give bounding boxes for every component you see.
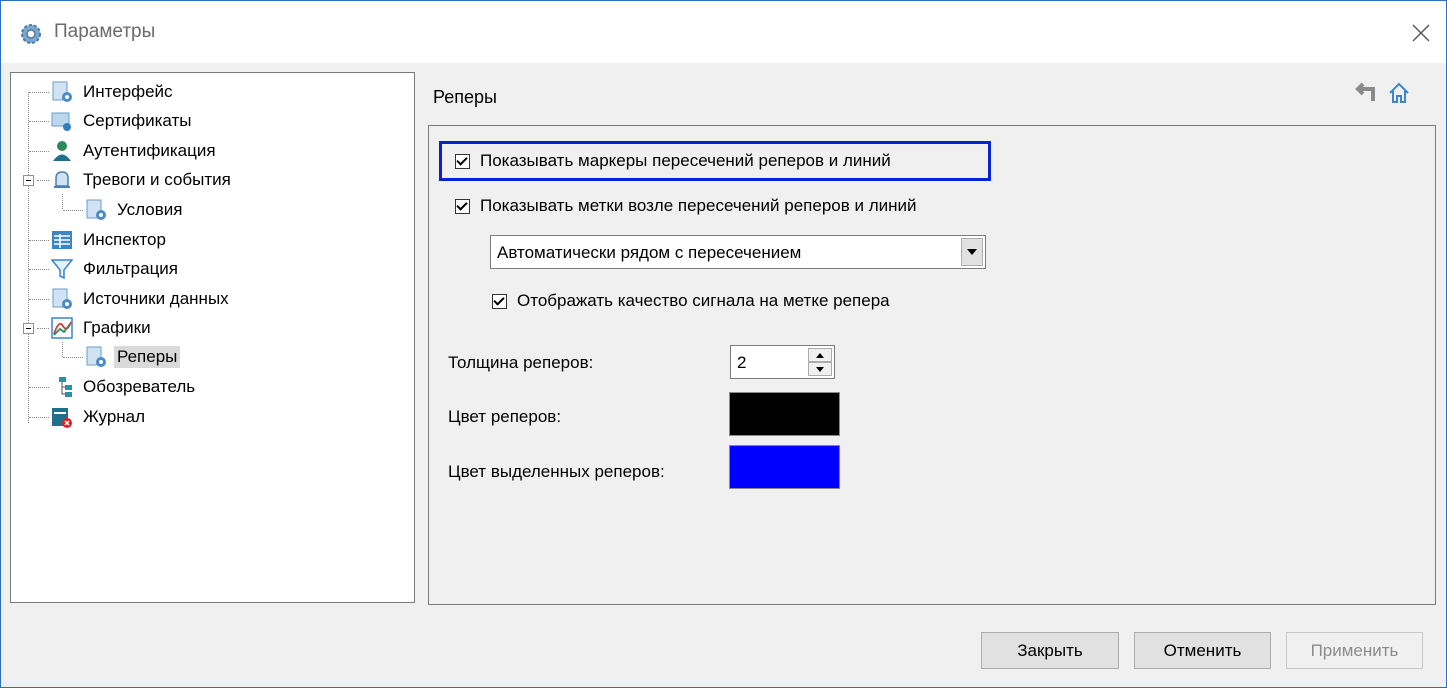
tree-item-filtering[interactable]: Фильтрация — [51, 255, 181, 283]
chevron-up-icon — [816, 352, 824, 358]
apply-button[interactable]: Применить — [1286, 632, 1423, 669]
grid-icon — [52, 231, 72, 249]
tree-item-interface[interactable]: Интерфейс — [51, 78, 176, 106]
checkbox-box[interactable] — [492, 293, 507, 309]
tree-item-label: Графики — [83, 318, 151, 337]
checkbox-label: Показывать маркеры пересечений реперов и… — [480, 151, 891, 170]
button-label: Закрыть — [1017, 640, 1083, 660]
gear-icon — [21, 24, 41, 44]
chart-icon — [51, 317, 73, 339]
close-icon — [1412, 24, 1430, 42]
tree-item-label: Журнал — [83, 407, 146, 426]
markers-icon — [86, 346, 106, 367]
tree-item-markers[interactable]: Реперы — [85, 343, 181, 371]
tree-item-label: Инспектор — [83, 230, 166, 249]
checkbox-box[interactable] — [455, 198, 470, 214]
show-markers-checkbox[interactable]: Показывать маркеры пересечений реперов и… — [455, 151, 891, 171]
home-icon[interactable] — [1387, 81, 1411, 105]
selected-marker-color-swatch[interactable] — [729, 445, 840, 489]
color-label: Цвет реперов: — [448, 407, 562, 426]
button-label: Применить — [1310, 640, 1399, 660]
button-label: Отменить — [1163, 640, 1242, 660]
tree-item-data-sources[interactable]: Источники данных — [51, 285, 232, 313]
user-icon — [53, 141, 71, 161]
tree-item-label: Обозреватель — [83, 377, 196, 396]
interface-settings-icon — [52, 81, 72, 102]
conditions-icon — [86, 199, 106, 220]
show-labels-checkbox[interactable]: Показывать метки возле пересечений репер… — [455, 196, 917, 216]
close-button[interactable]: Закрыть — [981, 632, 1119, 669]
certificate-icon — [51, 112, 71, 131]
window-title: Параметры — [54, 21, 156, 42]
tree-item-journal[interactable]: Журнал — [51, 403, 148, 431]
tree-item-label: Фильтрация — [83, 259, 179, 278]
tree-item-label: Интерфейс — [83, 82, 173, 101]
settings-tree: Интерфейс Сертификаты Аутентификация Тре… — [10, 72, 415, 603]
thickness-label: Толщина реперов: — [448, 353, 594, 372]
tree-item-label: Тревоги и события — [83, 170, 231, 189]
nav-icons — [1353, 81, 1411, 105]
section-title: Реперы — [433, 87, 497, 107]
checkbox-box[interactable] — [455, 153, 470, 169]
marker-color-swatch[interactable] — [729, 392, 840, 436]
close-window-button[interactable] — [1396, 15, 1446, 51]
thickness-stepper[interactable]: 2 — [730, 345, 835, 379]
journal-icon — [52, 408, 72, 428]
cancel-button[interactable]: Отменить — [1134, 632, 1271, 669]
checkbox-label: Отображать качество сигнала на метке реп… — [517, 291, 890, 310]
data-sources-icon — [52, 288, 72, 309]
settings-window: Параметры Интерфейс Сертификаты Аутентиф… — [0, 0, 1447, 688]
tree-view-icon — [59, 377, 72, 397]
tree-item-label: Сертификаты — [83, 111, 192, 130]
tree-item-label: Аутентификация — [83, 141, 216, 160]
stepper-value: 2 — [737, 353, 747, 372]
chevron-down-icon — [967, 249, 977, 255]
tree-item-charts[interactable]: Графики — [51, 314, 154, 342]
bell-icon — [54, 171, 70, 188]
show-quality-checkbox[interactable]: Отображать качество сигнала на метке реп… — [492, 291, 890, 311]
back-arrow-icon[interactable] — [1353, 81, 1377, 103]
tree-item-inspector[interactable]: Инспектор — [51, 226, 169, 254]
selected-color-label: Цвет выделенных реперов: — [448, 462, 665, 481]
filter-icon — [51, 259, 73, 280]
select-value: Автоматически рядом с пересечением — [497, 243, 802, 262]
tree-item-alarms-events[interactable]: Тревоги и события — [51, 166, 234, 194]
tree-item-label: Реперы — [114, 346, 181, 368]
tree-item-label: Источники данных — [83, 289, 229, 308]
collapse-charts-toggle[interactable] — [23, 323, 34, 334]
decrement-button[interactable] — [808, 362, 832, 376]
dropdown-button[interactable] — [961, 238, 983, 266]
tree-item-conditions[interactable]: Условия — [85, 196, 185, 224]
tree-item-browser[interactable]: Обозреватель — [51, 373, 198, 401]
checkbox-label: Показывать метки возле пересечений репер… — [480, 196, 917, 215]
collapse-alarms-toggle[interactable] — [23, 175, 34, 186]
tree-item-authentication[interactable]: Аутентификация — [51, 137, 219, 165]
label-position-select[interactable]: Автоматически рядом с пересечением — [490, 235, 986, 269]
title-bar: Параметры — [1, 1, 1446, 63]
tree-item-label: Условия — [117, 200, 183, 219]
tree-item-certificates[interactable]: Сертификаты — [51, 107, 194, 135]
increment-button[interactable] — [808, 348, 832, 362]
chevron-down-icon — [816, 366, 824, 372]
